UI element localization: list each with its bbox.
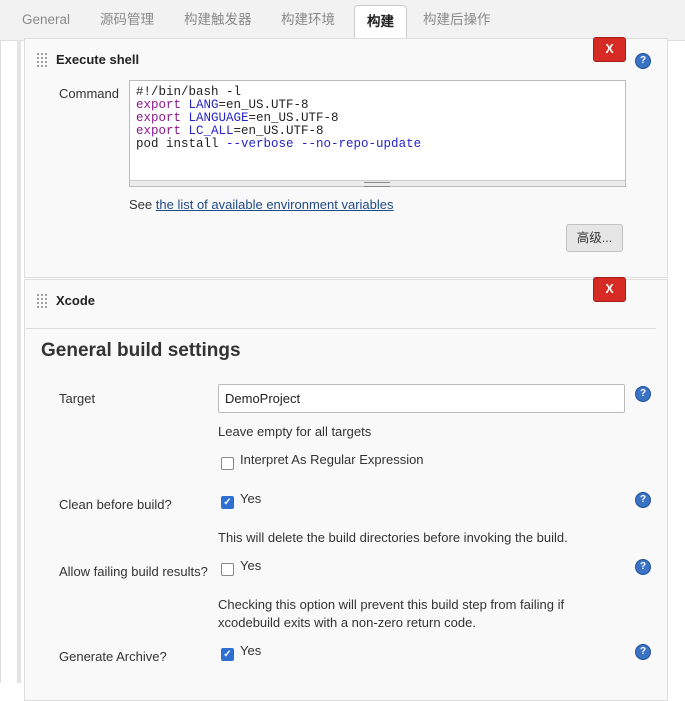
lc-all-var: LC_ALL	[188, 124, 234, 138]
tab-build-environment[interactable]: 构建环境	[281, 0, 335, 40]
env-vars-hint: See the list of available environment va…	[129, 197, 394, 212]
no-repo-update-flag: --no-repo-update	[301, 137, 422, 151]
export-keyword: export	[136, 124, 182, 138]
xcode-title: Xcode	[56, 293, 96, 308]
lc-all-value: =en_US.UTF-8	[233, 124, 324, 138]
tab-build-triggers[interactable]: 构建触发器	[184, 0, 252, 40]
clean-before-build-label: Clean before build?	[59, 497, 172, 512]
container-edge	[17, 40, 21, 683]
verbose-flag: --verbose	[226, 137, 294, 151]
resize-grip-icon[interactable]	[364, 182, 390, 187]
export-keyword: export	[136, 111, 182, 125]
clean-help-icon[interactable]: ?	[635, 492, 651, 508]
clean-before-build-checkbox[interactable]: ✓	[221, 496, 234, 509]
target-help-icon[interactable]: ?	[635, 386, 651, 402]
execute-shell-title: Execute shell	[56, 52, 140, 67]
allow-yes-label: Yes	[240, 558, 262, 573]
target-hint: Leave empty for all targets	[218, 424, 372, 439]
textarea-resize-bar[interactable]	[130, 180, 625, 187]
clean-yes-label: Yes	[240, 491, 262, 506]
see-prefix: See	[129, 197, 153, 212]
drag-handle-icon[interactable]	[36, 52, 48, 68]
allow-failing-checkbox[interactable]	[221, 563, 234, 576]
delete-execute-shell-button[interactable]: X	[593, 37, 626, 62]
delete-xcode-button[interactable]: X	[593, 277, 626, 302]
shebang-line: #!/bin/bash -l	[136, 85, 242, 99]
generate-archive-checkbox[interactable]: ✓	[221, 648, 234, 661]
tab-build[interactable]: 构建	[354, 5, 407, 40]
left-border	[0, 40, 1, 683]
regex-checkbox[interactable]	[221, 457, 234, 470]
command-textarea[interactable]: #!/bin/bash -l export LANG=en_US.UTF-8 e…	[129, 80, 626, 187]
lang-var: LANG	[188, 98, 219, 112]
archive-yes-label: Yes	[240, 643, 262, 658]
section-divider	[26, 328, 656, 329]
env-vars-link[interactable]: the list of available environment variab…	[156, 197, 394, 212]
language-value: =en_US.UTF-8	[248, 111, 339, 125]
drag-handle-icon[interactable]	[36, 293, 48, 309]
advanced-button[interactable]: 高级...	[566, 224, 623, 252]
lang-value: =en_US.UTF-8	[218, 98, 309, 112]
regex-label: Interpret As Regular Expression	[240, 452, 424, 467]
target-input[interactable]: DemoProject	[218, 384, 625, 413]
shell-script: #!/bin/bash -l export LANG=en_US.UTF-8 e…	[130, 81, 625, 156]
tab-general[interactable]: General	[22, 0, 70, 40]
help-icon[interactable]: ?	[635, 53, 651, 69]
archive-help-icon[interactable]: ?	[635, 644, 651, 660]
general-build-settings-heading: General build settings	[41, 340, 241, 361]
allow-failing-label: Allow failing build results?	[59, 564, 208, 579]
target-label: Target	[59, 391, 96, 406]
tab-post-build[interactable]: 构建后操作	[423, 0, 491, 40]
allow-help-icon[interactable]: ?	[635, 559, 651, 575]
clean-description: This will delete the build directories b…	[218, 530, 568, 545]
allow-description-line2: xcodebuild exits with a non-zero return …	[218, 615, 476, 630]
pod-command: pod install	[136, 137, 227, 151]
generate-archive-label: Generate Archive?	[59, 649, 167, 664]
tab-scm[interactable]: 源码管理	[100, 0, 154, 40]
command-label: Command	[59, 86, 119, 101]
allow-description-line1: Checking this option will prevent this b…	[218, 597, 565, 612]
export-keyword: export	[136, 98, 182, 112]
language-var: LANGUAGE	[188, 111, 249, 125]
config-tab-bar: General 源码管理 构建触发器 构建环境 构建 构建后操作	[0, 0, 685, 41]
